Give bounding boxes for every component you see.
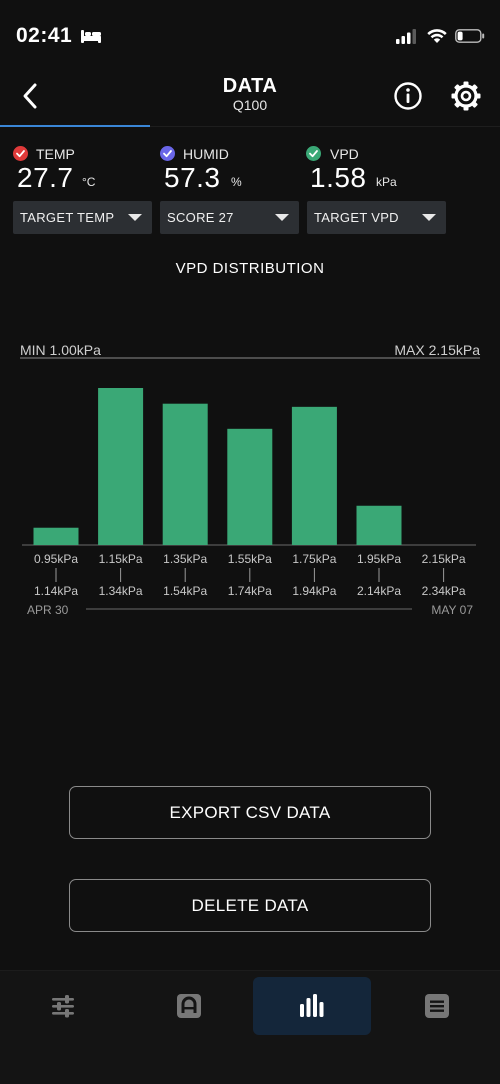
vpd-unit: kPa (376, 175, 397, 189)
bar-chart-icon (300, 994, 324, 1017)
tick-label-to: 1.34kPa (99, 584, 143, 598)
chart-title: VPD DISTRIBUTION (175, 260, 325, 277)
caret-down-icon (128, 214, 142, 221)
bar (227, 428, 273, 545)
device-name: Q100 (232, 97, 268, 113)
tick-label-from: 1.15kPa (99, 552, 143, 566)
vpd-distribution-chart: MIN 1.00kPa MAX 2.15kPa 0.95kPa 1.14kPa 1.15… (20, 342, 480, 617)
delete-data-button[interactable]: DELETE DATA (69, 879, 431, 932)
humid-unit: % (231, 175, 242, 189)
list-icon (425, 994, 449, 1018)
bar (291, 406, 337, 545)
wifi-icon (427, 29, 447, 43)
bar (33, 527, 79, 545)
check-icon (16, 150, 25, 158)
battery-icon (455, 29, 485, 43)
score-dropdown-label: SCORE 27 (167, 210, 234, 225)
min-label: MIN 1.00kPa (20, 342, 101, 358)
max-label: MAX 2.15kPa (394, 342, 480, 358)
bed-icon (81, 30, 101, 43)
page-title: DATA (222, 75, 278, 97)
vpd-label: VPD (330, 146, 359, 162)
sliders-icon (52, 995, 74, 1018)
tick-label-to: 1.54kPa (163, 584, 207, 598)
tick-label-to: 1.14kPa (34, 584, 78, 598)
nav-data[interactable] (253, 977, 371, 1035)
tick-label-to: 2.14kPa (357, 584, 401, 598)
target-vpd-dropdown[interactable]: TARGET VPD (307, 201, 446, 234)
date-end-label: MAY 07 (431, 603, 473, 617)
bottom-nav (0, 970, 500, 1084)
bar (162, 403, 208, 545)
tick-label-from: 0.95kPa (34, 552, 78, 566)
nav-log[interactable] (378, 977, 496, 1035)
tick-label-from: 1.95kPa (357, 552, 401, 566)
tick-label-to: 1.74kPa (228, 584, 272, 598)
tick-label-from: 1.55kPa (228, 552, 272, 566)
nav-controls[interactable] (4, 977, 122, 1035)
humid-label: HUMID (183, 146, 229, 162)
device-icon (177, 994, 201, 1018)
tick-label-to: 2.34kPa (422, 584, 466, 598)
export-csv-button[interactable]: EXPORT CSV DATA (69, 786, 431, 839)
score-dropdown[interactable]: SCORE 27 (160, 201, 299, 234)
cellular-signal-icon (396, 29, 416, 44)
target-temp-dropdown-label: TARGET TEMP (20, 210, 115, 225)
date-start-label: APR 30 (27, 603, 69, 617)
check-icon (309, 150, 318, 158)
bar (356, 505, 402, 545)
humid-value: 57.3 (164, 162, 221, 193)
temp-unit: °C (82, 175, 96, 189)
check-icon (163, 150, 172, 158)
tick-label-from: 1.75kPa (292, 552, 336, 566)
target-vpd-dropdown-label: TARGET VPD (314, 210, 399, 225)
bar (98, 388, 144, 545)
info-icon[interactable] (393, 81, 423, 111)
active-tab-indicator (0, 125, 150, 127)
status-time: 02:41 (16, 24, 73, 47)
gear-icon[interactable] (450, 80, 482, 112)
tick-label-to: 1.94kPa (292, 584, 336, 598)
tick-label-from: 2.15kPa (422, 552, 466, 566)
caret-down-icon (422, 214, 436, 221)
target-temp-dropdown[interactable]: TARGET TEMP (13, 201, 152, 234)
temp-label: TEMP (36, 146, 75, 162)
caret-down-icon (275, 214, 289, 221)
nav-device[interactable] (130, 977, 248, 1035)
temp-value: 27.7 (17, 162, 74, 193)
tick-label-from: 1.35kPa (163, 552, 207, 566)
vpd-value: 1.58 (310, 162, 367, 193)
